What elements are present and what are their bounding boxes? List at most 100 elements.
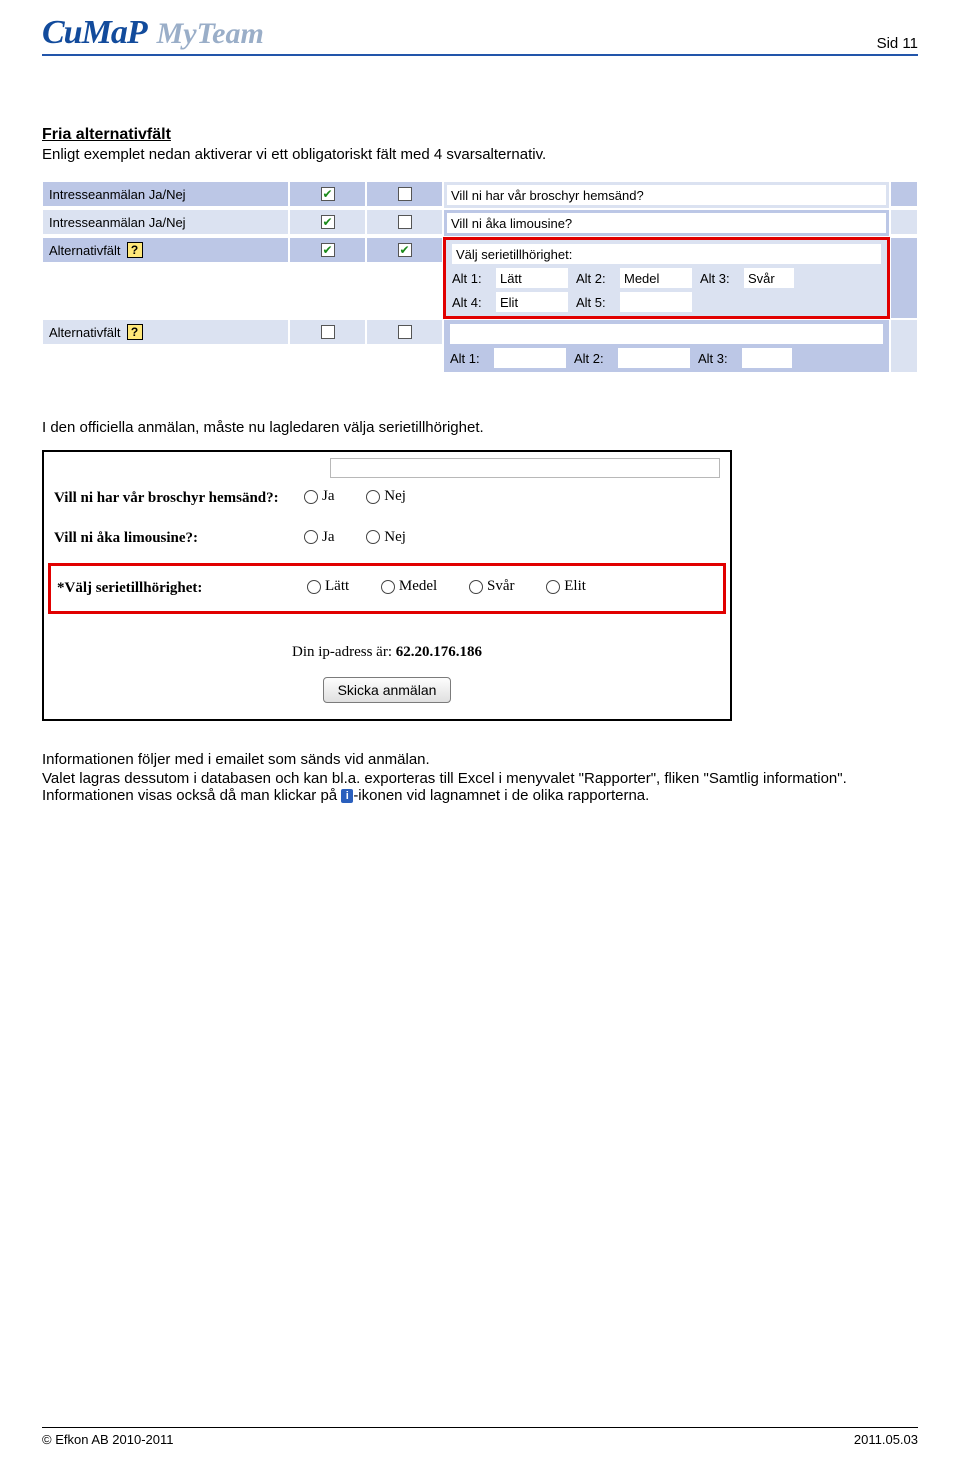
question-input[interactable]	[450, 324, 883, 344]
alt-label: Alt 1:	[450, 351, 490, 366]
opt-label: Nej	[384, 488, 406, 505]
checkbox-cell	[366, 181, 443, 207]
alt-input[interactable]	[618, 348, 690, 368]
form-question: *Välj serietillhörighet:	[57, 580, 307, 597]
form-options: Ja Nej	[304, 488, 434, 509]
section-heading: Fria alternativfält	[42, 126, 918, 144]
checkbox-required[interactable]: ✔	[398, 243, 412, 257]
alt-item: Alt 4: Elit	[452, 292, 568, 312]
opt-label: Elit	[564, 578, 586, 595]
radio-option[interactable]: Nej	[366, 529, 406, 546]
alt-item: Alt 2:	[574, 348, 690, 368]
info-text-b: -ikonen vid lagnamnet i de olika rapport…	[353, 787, 649, 804]
row-end	[890, 181, 918, 207]
row-end	[890, 319, 918, 373]
alt-label: Alt 2:	[576, 271, 616, 286]
form-row: Vill ni åka limousine?: Ja Nej	[54, 519, 720, 560]
question-cell: Vill ni har vår broschyr hemsänd?	[443, 181, 890, 209]
admin-config-table: Intresseanmälan Ja/Nej ✔ Vill ni har vår…	[42, 181, 918, 373]
radio-icon	[304, 490, 318, 504]
radio-icon	[366, 490, 380, 504]
radio-option[interactable]: Svår	[469, 578, 515, 595]
radio-icon	[546, 580, 560, 594]
alt-item: Alt 1:	[450, 348, 566, 368]
question-cell: Vill ni åka limousine?	[443, 209, 890, 237]
form-options: Lätt Medel Svår Elit	[307, 578, 614, 599]
checkbox-cell	[366, 209, 443, 235]
brand-logo: CuMaP MyTeam	[42, 14, 264, 52]
checkbox-cell: ✔	[366, 237, 443, 263]
radio-icon	[469, 580, 483, 594]
question-input[interactable]: Vill ni har vår broschyr hemsänd?	[447, 185, 886, 205]
form-required-row: *Välj serietillhörighet: Lätt Medel Svår…	[48, 563, 726, 614]
ip-address-line: Din ip-adress är: 62.20.176.186	[54, 644, 720, 661]
radio-option[interactable]: Elit	[546, 578, 586, 595]
alt-input[interactable]	[620, 292, 692, 312]
alt-config-block: Välj serietillhörighet: Alt 1: Lätt Alt …	[443, 237, 890, 319]
help-icon[interactable]: ?	[127, 324, 143, 340]
checkbox-enabled[interactable]: ✔	[321, 243, 335, 257]
alt-label: Alt 2:	[574, 351, 614, 366]
checkbox-cell: ✔	[289, 181, 366, 207]
checkbox-cell	[289, 319, 366, 345]
checkbox-required[interactable]	[398, 187, 412, 201]
radio-option[interactable]: Nej	[366, 488, 406, 505]
checkbox-enabled[interactable]: ✔	[321, 215, 335, 229]
row-label: Alternativfält ?	[42, 319, 289, 345]
alt-label: Alt 3:	[698, 351, 738, 366]
row-end	[890, 209, 918, 235]
alt-config-block: Alt 1: Alt 2: Alt 3:	[443, 319, 890, 373]
checkbox-required[interactable]	[398, 325, 412, 339]
row-end	[890, 237, 918, 319]
radio-option[interactable]: Medel	[381, 578, 437, 595]
ip-value: 62.20.176.186	[396, 644, 482, 660]
opt-label: Ja	[322, 488, 335, 505]
alt-input[interactable]: Elit	[496, 292, 568, 312]
alt-input[interactable]: Medel	[620, 268, 692, 288]
brand-cumap: CuMaP	[42, 14, 147, 52]
opt-label: Medel	[399, 578, 437, 595]
alt-input[interactable]	[742, 348, 792, 368]
form-top-input[interactable]	[330, 458, 720, 478]
alt-input[interactable]: Lätt	[496, 268, 568, 288]
admin-row: Intresseanmälan Ja/Nej ✔ Vill ni åka lim…	[42, 209, 918, 237]
alt-label: Alt 3:	[700, 271, 740, 286]
row-label-text: Alternativfält	[49, 243, 121, 258]
opt-label: Lätt	[325, 578, 349, 595]
opt-label: Ja	[322, 529, 335, 546]
radio-option[interactable]: Lätt	[307, 578, 349, 595]
alt-input[interactable]: Svår	[744, 268, 794, 288]
row-label: Alternativfält ?	[42, 237, 289, 263]
info-paragraph-1: Informationen följer med i emailet som s…	[42, 751, 918, 768]
row-label-text: Alternativfält	[49, 325, 121, 340]
admin-row: Intresseanmälan Ja/Nej ✔ Vill ni har vår…	[42, 181, 918, 209]
section-intro: Enligt exemplet nedan aktiverar vi ett o…	[42, 146, 918, 163]
submit-button[interactable]: Skicka anmälan	[323, 677, 452, 703]
radio-icon	[381, 580, 395, 594]
alt-input[interactable]	[494, 348, 566, 368]
radio-option[interactable]: Ja	[304, 529, 335, 546]
help-icon[interactable]: ?	[127, 242, 143, 258]
radio-icon	[307, 580, 321, 594]
footer-date: 2011.05.03	[854, 1432, 918, 1447]
page-number: Sid 11	[877, 35, 918, 52]
radio-option[interactable]: Ja	[304, 488, 335, 505]
row-label: Intresseanmälan Ja/Nej	[42, 209, 289, 235]
alt-item: Alt 2: Medel	[576, 268, 692, 288]
checkbox-enabled[interactable]	[321, 325, 335, 339]
row-label: Intresseanmälan Ja/Nej	[42, 181, 289, 207]
alt-item: Alt 5:	[576, 292, 692, 312]
page-header: CuMaP MyTeam Sid 11	[42, 14, 918, 56]
admin-row-alt: Alternativfält ? Alt 1:	[42, 319, 918, 373]
checkbox-cell	[366, 319, 443, 345]
alt-label: Alt 5:	[576, 295, 616, 310]
question-input[interactable]: Välj serietillhörighet:	[452, 244, 881, 264]
alt-item: Alt 3:	[698, 348, 792, 368]
ip-label: Din ip-adress är:	[292, 644, 396, 660]
form-question: Vill ni har vår broschyr hemsänd?:	[54, 490, 304, 507]
checkbox-required[interactable]	[398, 215, 412, 229]
checkbox-enabled[interactable]: ✔	[321, 187, 335, 201]
alt-label: Alt 4:	[452, 295, 492, 310]
checkbox-cell: ✔	[289, 209, 366, 235]
question-input[interactable]: Vill ni åka limousine?	[447, 213, 886, 233]
